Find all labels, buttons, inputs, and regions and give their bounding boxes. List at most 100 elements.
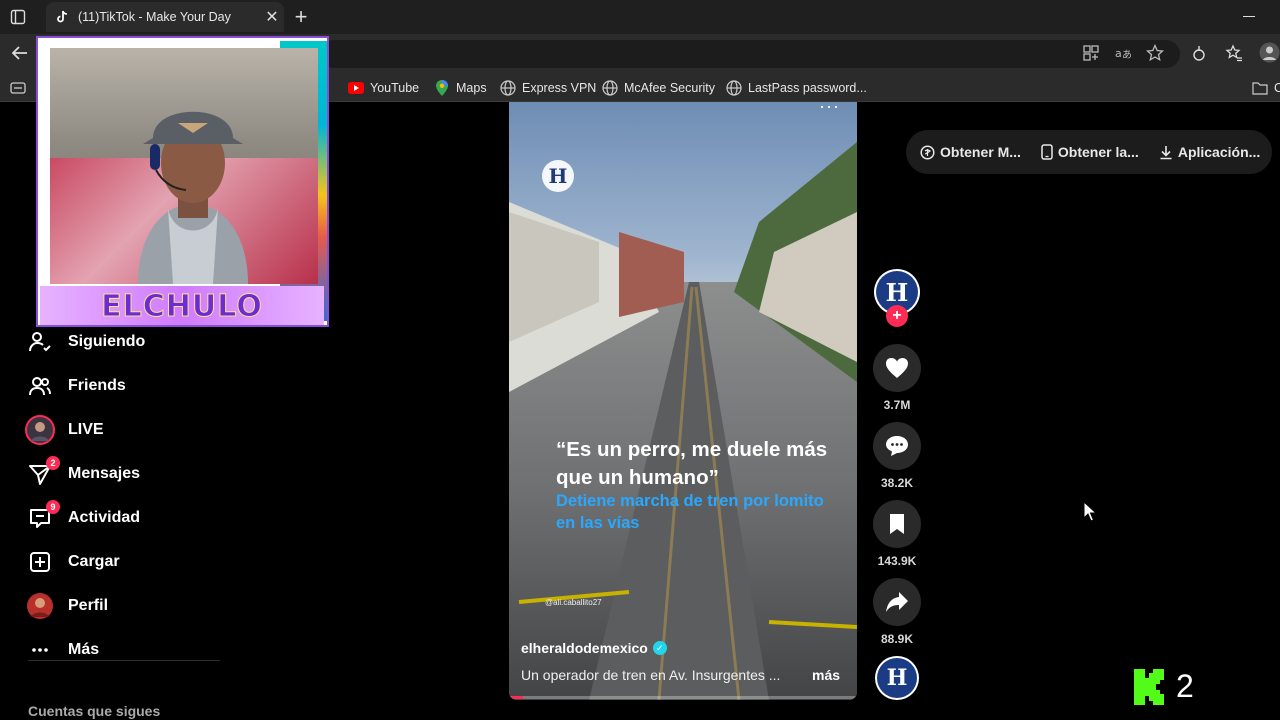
globe-icon [500,80,516,96]
address-bar[interactable] [320,40,1180,68]
bookmark-label: Express VPN [522,81,597,95]
nav-label: Friends [68,377,126,394]
following-accounts-title: Cuentas que sigues [28,703,161,719]
verified-badge-icon: ✓ [652,641,667,655]
share-button[interactable] [873,578,921,626]
nav-messages[interactable]: 2 Mensajes [28,456,140,488]
video-options-icon[interactable]: ··· [819,102,840,117]
video-author[interactable]: elheraldodemexico ✓ [521,640,667,656]
favorite-star-icon[interactable] [1146,44,1164,62]
description-more-button[interactable]: más [812,667,840,683]
bookmark-label: YouTube [370,81,420,95]
webcam-overlay: ELCHULO [36,36,329,327]
activity-icon: 9 [28,500,60,530]
comment-count: 38.2K [880,476,914,490]
live-avatar [25,415,55,445]
promo-label: Aplicación... [1177,144,1261,160]
comment-button[interactable] [873,422,921,470]
bookmark-maps[interactable]: Maps [434,80,487,96]
streamer-name: ELCHULO [101,288,263,324]
nav-profile[interactable]: Perfil [27,592,109,620]
tiktok-icon [54,9,70,25]
bookmark-lastpass[interactable]: LastPass password... [726,80,867,96]
video-logo: H [542,160,574,192]
bookmark-label: LastPass password... [748,81,867,95]
bookmark-label: Maps [456,81,487,95]
get-coins-link[interactable]: Obtener M... [920,144,1021,160]
bookmark-express-vpn[interactable]: Express VPN [500,80,596,96]
download-icon [1160,145,1172,159]
webcam-video [50,48,318,284]
bookmark-label: McAfee Security [624,81,716,95]
messages-badge: 2 [46,456,60,470]
author-username: elheraldodemexico [521,640,648,656]
back-arrow-icon[interactable] [10,43,30,63]
nav-upload[interactable]: Cargar [28,548,120,576]
video-progress-bar[interactable] [509,696,857,699]
nav-friends[interactable]: Friends [28,372,126,400]
bookmark-icon [890,514,904,534]
kick-viewer-count: 2 [1176,668,1194,704]
save-button[interactable] [873,500,921,548]
tab-close-icon[interactable]: ✕ [260,7,284,27]
share-arrow-icon [886,592,908,612]
follow-button[interactable]: + [886,305,908,327]
new-tab-button[interactable]: + [290,4,312,30]
sidebar-toggle-icon[interactable] [10,81,26,95]
music-disc[interactable]: H [875,656,919,700]
nav-label: Más [68,641,100,658]
bookmark-overflow-label: C [1274,81,1280,95]
nav-label: Siguiendo [68,333,146,350]
sidebar-divider [28,660,220,661]
extensions-icon[interactable] [1190,44,1208,62]
browser-tab-bar: (11)TikTok - Make Your Day ✕ + [0,0,1280,34]
tab-title: (11)TikTok - Make Your Day [78,10,231,24]
following-icon [28,330,52,354]
nav-label: Actividad [68,509,141,526]
like-action[interactable]: 3.7M [873,344,921,412]
browser-tab-tiktok[interactable]: (11)TikTok - Make Your Day ✕ [46,2,284,32]
globe-icon [726,80,742,96]
folder-icon [1252,80,1268,96]
streamer-figure [138,111,248,284]
phone-icon [1041,144,1053,160]
tab-actions-icon[interactable] [10,9,26,25]
profile-avatar-icon[interactable] [1259,42,1280,63]
bookmark-youtube[interactable]: YouTube [348,80,419,96]
nav-activity[interactable]: 9 Actividad [28,500,141,532]
app-available-icon[interactable] [1082,44,1100,62]
like-button[interactable] [873,344,921,392]
nav-label: LIVE [68,421,104,438]
maps-pin-icon [434,80,450,96]
bookmark-mcafee[interactable]: McAfee Security [602,80,715,96]
more-icon [28,638,52,662]
svg-text:a: a [1115,47,1122,60]
profile-avatar [27,593,53,619]
favorites-list-icon[interactable] [1225,44,1243,62]
other-favorites-folder[interactable]: C [1252,80,1280,96]
comment-icon [886,436,908,456]
kick-viewer-overlay: 2 [1134,668,1194,705]
get-app-bar: Obtener M... Obtener la... Aplicación... [906,130,1272,174]
video-player[interactable]: H ··· “Es un perro, me duele más que un … [509,102,857,700]
share-action[interactable]: 88.9K [873,578,921,646]
video-description: Un operador de tren en Av. Insurgentes .… [521,667,781,683]
minimize-button[interactable] [1243,16,1255,17]
promo-label: Obtener la... [1057,144,1139,160]
kick-logo-icon [1134,668,1164,705]
comment-action[interactable]: 38.2K [873,422,921,490]
nav-live[interactable]: LIVE [25,415,104,445]
svg-text:あ: あ [1122,49,1132,61]
friends-icon [28,374,52,398]
get-app-link[interactable]: Obtener la... [1041,144,1139,160]
save-action[interactable]: 143.9K [873,500,921,568]
mouse-cursor-icon [1083,501,1097,522]
desktop-app-link[interactable]: Aplicación... [1159,144,1260,160]
nav-following[interactable]: Siguiendo [28,328,145,356]
translate-icon[interactable]: aあ [1114,44,1132,62]
promo-label: Obtener M... [940,144,1021,160]
video-scene [509,142,857,700]
nav-label: Perfil [68,597,109,614]
youtube-icon [348,80,364,96]
video-subquote: Detiene marcha de tren por lomito en las… [556,492,824,532]
